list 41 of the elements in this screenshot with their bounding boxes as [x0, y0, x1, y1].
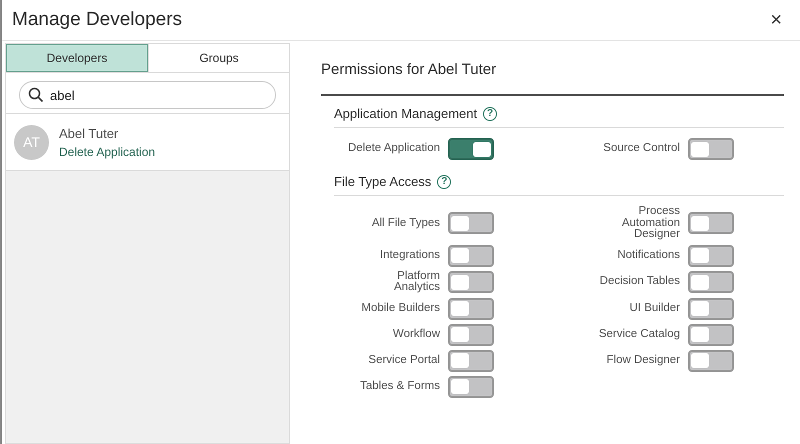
- permission-label: Service Portal: [368, 352, 440, 368]
- permission-label: Process Automation Designer: [620, 206, 680, 240]
- toggle-switch[interactable]: [448, 244, 494, 266]
- toggle-switch[interactable]: [448, 350, 494, 372]
- tab[interactable]: Developers: [6, 44, 148, 72]
- toggle-switch[interactable]: [448, 271, 494, 293]
- toggle-switch[interactable]: [688, 271, 734, 293]
- toggle-switch[interactable]: [448, 212, 494, 234]
- toggle-switch[interactable]: [688, 138, 734, 160]
- toggle-switch[interactable]: [688, 212, 734, 234]
- permission-label: Integrations: [380, 248, 440, 263]
- section-title: File Type Access: [334, 174, 432, 189]
- window-title: Manage Developers: [12, 9, 182, 31]
- close-button[interactable]: ×: [766, 8, 786, 32]
- permission-label: Mobile Builders: [361, 300, 440, 316]
- toggle-switch[interactable]: [448, 138, 494, 160]
- permission-label: Delete Application: [348, 141, 440, 156]
- permission-label: Tables & Forms: [360, 378, 440, 394]
- section-title: Application Management: [334, 106, 478, 121]
- permission-label: Workflow: [392, 326, 440, 342]
- permission-label: Flow Designer: [606, 352, 680, 368]
- toggle-switch[interactable]: [688, 298, 734, 320]
- toggle-switch[interactable]: [448, 298, 494, 320]
- help-icon[interactable]: ?: [483, 106, 498, 120]
- developer-name: Abel Tuter: [59, 126, 120, 140]
- permissions-title: Permissions for Abel Tuter: [321, 43, 784, 96]
- search-field[interactable]: abel: [19, 81, 276, 109]
- permission-label: Notifications: [617, 248, 680, 263]
- developer-permission: Delete Application: [59, 144, 156, 158]
- toggle-switch[interactable]: [688, 350, 734, 372]
- toggle-switch[interactable]: [448, 324, 494, 346]
- toggle-switch[interactable]: [688, 244, 734, 266]
- permission-label: Service Catalog: [598, 326, 680, 342]
- permission-label: UI Builder: [630, 300, 680, 316]
- toggle-switch[interactable]: [448, 376, 494, 398]
- permission-label: Source Control: [603, 141, 680, 156]
- permission-label: Platform Analytics: [392, 270, 440, 294]
- toggle-switch[interactable]: [688, 324, 734, 346]
- permission-label: All File Types: [372, 216, 440, 230]
- help-icon[interactable]: ?: [437, 174, 452, 188]
- permission-label: Decision Tables: [600, 274, 680, 290]
